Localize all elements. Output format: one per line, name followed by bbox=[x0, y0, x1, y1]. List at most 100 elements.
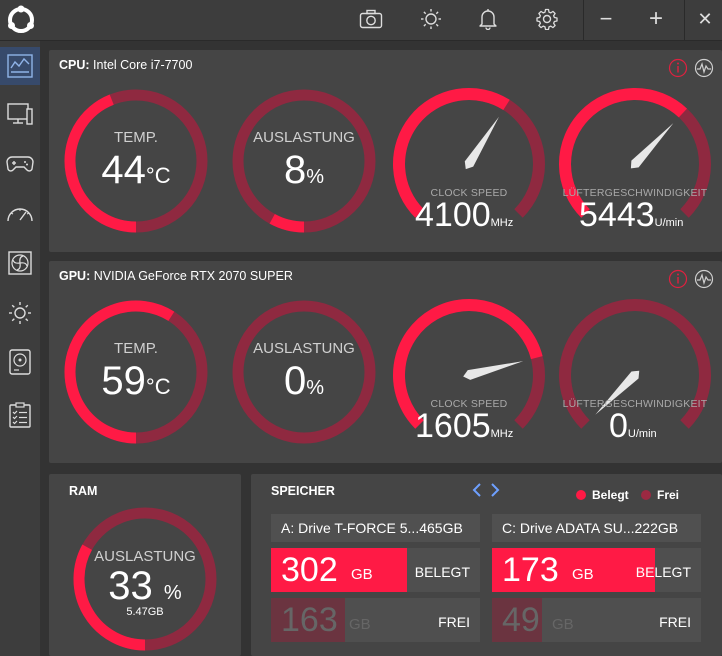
sidebar-item-storage[interactable] bbox=[0, 343, 40, 381]
gpu-temp-value: 59°C bbox=[61, 361, 211, 407]
sidebar-item-dashboard[interactable] bbox=[0, 47, 40, 85]
cpu-load-value: 8% bbox=[229, 150, 379, 197]
gpu-name: NVIDIA GeForce RTX 2070 SUPER bbox=[93, 269, 293, 283]
gpu-title: GPU: NVIDIA GeForce RTX 2070 SUPER bbox=[59, 269, 293, 283]
fan-icon bbox=[8, 251, 32, 275]
gpu-fan-number: 0 bbox=[609, 407, 628, 445]
speedometer-icon bbox=[7, 208, 33, 222]
gpu-temp-number: 59 bbox=[101, 359, 146, 403]
sidebar-item-games[interactable] bbox=[0, 145, 40, 183]
drive-a-free-value: 163 bbox=[281, 601, 338, 639]
gpu-temp-unit: °C bbox=[145, 374, 171, 399]
light-icon bbox=[9, 302, 31, 324]
drive-c-free-tag: FREI bbox=[659, 614, 691, 630]
monitoring-icon[interactable] bbox=[694, 58, 714, 78]
legend-used-label: Belegt bbox=[592, 488, 629, 502]
cpu-load-number: 8 bbox=[283, 148, 307, 192]
drive-a-free-row: 163 GB FREI bbox=[271, 598, 480, 642]
cpu-fan-value: 5443U/min bbox=[579, 198, 683, 240]
app-logo-icon[interactable] bbox=[4, 3, 38, 37]
gpu-clock-unit: MHz bbox=[490, 428, 514, 440]
gpu-fan-value: 0U/min bbox=[609, 409, 657, 451]
sidebar-item-speed[interactable] bbox=[0, 194, 40, 232]
drive-a-used-value: 302 bbox=[281, 551, 338, 589]
drive-a-used-tag: BELEGT bbox=[414, 564, 470, 580]
gear-icon[interactable] bbox=[531, 4, 563, 34]
drive-a-free-unit: GB bbox=[349, 616, 371, 633]
info-icon[interactable] bbox=[668, 58, 688, 78]
cpu-load-unit: % bbox=[306, 166, 325, 188]
gamepad-icon bbox=[6, 156, 34, 172]
cpu-temp-label: TEMP. bbox=[114, 129, 158, 146]
app-window: − + ✕ CPU: Intel Core i7-7700 TEMP. 44°C… bbox=[0, 0, 722, 656]
drive-c-free-unit: GB bbox=[552, 616, 574, 633]
sidebar-item-lighting[interactable] bbox=[0, 294, 40, 332]
drive-c-used-tag: BELEGT bbox=[635, 564, 691, 580]
gpu-load-number: 0 bbox=[283, 359, 307, 403]
gpu-fan-unit: U/min bbox=[627, 428, 657, 440]
legend-free-dot bbox=[641, 490, 651, 500]
drive-c-used-row: 173 GB BELEGT bbox=[492, 548, 701, 592]
drive-a-used-row: 302 GB BELEGT bbox=[271, 548, 480, 592]
gpu-load-label: AUSLASTUNG bbox=[253, 340, 355, 357]
disk-icon bbox=[9, 349, 31, 375]
toolbar-separator bbox=[684, 0, 685, 41]
gpu-temp-label: TEMP. bbox=[114, 340, 158, 357]
dashboard-icon bbox=[7, 54, 33, 78]
monitoring-icon[interactable] bbox=[694, 269, 714, 289]
minimize-button[interactable]: − bbox=[590, 4, 622, 34]
sidebar-item-fans[interactable] bbox=[0, 244, 40, 282]
cpu-clock-number: 4100 bbox=[415, 196, 491, 234]
bell-icon[interactable] bbox=[472, 4, 504, 34]
storage-title: SPEICHER bbox=[271, 484, 335, 498]
legend-used: Belegt bbox=[576, 488, 629, 502]
drive-c-used-unit: GB bbox=[572, 566, 594, 583]
gpu-panel: GPU: NVIDIA GeForce RTX 2070 SUPER TEMP.… bbox=[49, 261, 722, 463]
gpu-load-value: 0% bbox=[229, 361, 379, 408]
drive-c-free-value: 49 bbox=[502, 601, 540, 639]
toolbar-separator bbox=[583, 0, 584, 41]
chevron-left-icon[interactable] bbox=[471, 482, 483, 498]
cpu-title: CPU: Intel Core i7-7700 bbox=[59, 58, 192, 72]
legend-free: Frei bbox=[641, 488, 679, 502]
maximize-button[interactable]: + bbox=[640, 4, 672, 34]
drive-a-name[interactable]: A: Drive T-FORCE 5...465GB bbox=[271, 514, 480, 542]
cpu-clock-needle bbox=[464, 116, 500, 170]
cpu-fan-unit: U/min bbox=[654, 217, 684, 229]
cpu-clock-unit: MHz bbox=[490, 217, 514, 229]
ram-title: RAM bbox=[69, 484, 98, 498]
storage-panel: SPEICHER Belegt Frei A: Drive T-FORCE 5.… bbox=[251, 474, 722, 656]
ram-label: AUSLASTUNG bbox=[94, 548, 196, 565]
close-button[interactable]: ✕ bbox=[689, 4, 721, 34]
ram-panel: RAM AUSLASTUNG 33 % 5.47GB bbox=[49, 474, 241, 656]
sidebar-item-monitor[interactable] bbox=[0, 96, 40, 134]
legend-free-label: Frei bbox=[657, 488, 680, 502]
legend-used-dot bbox=[576, 490, 586, 500]
gpu-clock-value: 1605MHz bbox=[415, 409, 513, 451]
ram-number: 33 bbox=[108, 564, 153, 608]
checklist-icon bbox=[9, 402, 31, 428]
gpu-clock-number: 1605 bbox=[415, 407, 491, 445]
ram-unit: % bbox=[163, 582, 182, 604]
drive-a-free-tag: FREI bbox=[438, 614, 470, 630]
cpu-temp-value: 44°C bbox=[61, 150, 211, 196]
chevron-right-icon[interactable] bbox=[489, 482, 501, 498]
gpu-clock-needle bbox=[463, 361, 524, 380]
cpu-temp-number: 44 bbox=[101, 148, 146, 192]
brightness-icon[interactable] bbox=[415, 4, 447, 34]
camera-icon[interactable] bbox=[355, 4, 387, 34]
drive-a-used-unit: GB bbox=[351, 566, 373, 583]
drive-c-used-value: 173 bbox=[502, 551, 559, 589]
gpu-label: GPU: bbox=[59, 269, 91, 283]
monitor-icon bbox=[7, 103, 33, 125]
cpu-panel: CPU: Intel Core i7-7700 TEMP. 44°C AUSLA… bbox=[49, 50, 722, 252]
gpu-load-unit: % bbox=[306, 377, 325, 399]
cpu-fan-number: 5443 bbox=[579, 196, 655, 234]
ram-sub: 5.47GB bbox=[126, 606, 164, 618]
cpu-label: CPU: bbox=[59, 58, 90, 72]
sidebar-item-checklist[interactable] bbox=[0, 396, 40, 434]
cpu-load-ring bbox=[269, 213, 305, 233]
sidebar bbox=[0, 41, 40, 656]
info-icon[interactable] bbox=[668, 269, 688, 289]
drive-c-name[interactable]: C: Drive ADATA SU...222GB bbox=[492, 514, 701, 542]
